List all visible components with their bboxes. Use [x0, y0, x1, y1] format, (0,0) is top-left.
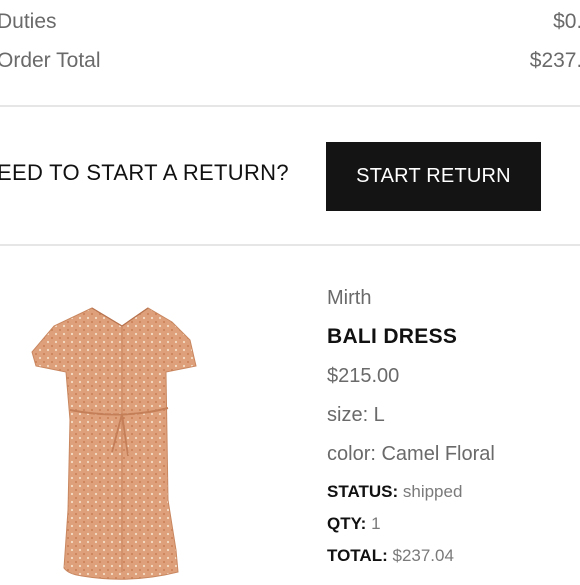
item-name[interactable]: BALI DRESS [327, 322, 495, 352]
total-label: TOTAL: [327, 546, 388, 565]
start-return-button[interactable]: START RETURN [326, 142, 541, 211]
return-question: EED TO START A RETURN? [0, 160, 289, 185]
qty-label: QTY: [327, 514, 367, 533]
item-size: size: L [327, 404, 385, 426]
item-details: Mirth BALI DRESS $215.00 size: L color: … [327, 283, 495, 568]
duties-label: Duties [0, 10, 57, 33]
duties-value: $0.0 [553, 10, 580, 33]
order-total-value: $237.0 [529, 49, 580, 72]
item-price: $215.00 [327, 365, 400, 387]
qty-value: 1 [371, 514, 381, 533]
item-total: TOTAL: $237.04 [327, 544, 495, 568]
item-qty: QTY: 1 [327, 512, 495, 536]
item-status: STATUS: shipped [327, 480, 495, 504]
status-label: STATUS: [327, 482, 399, 501]
divider [0, 244, 580, 246]
status-value: shipped [402, 482, 463, 501]
item-brand[interactable]: Mirth [327, 283, 495, 313]
divider [0, 105, 580, 107]
total-value: $237.04 [392, 546, 454, 565]
dress-image[interactable] [30, 300, 200, 585]
item-color: color: Camel Floral [327, 443, 495, 465]
order-total-label: Order Total [0, 49, 101, 72]
